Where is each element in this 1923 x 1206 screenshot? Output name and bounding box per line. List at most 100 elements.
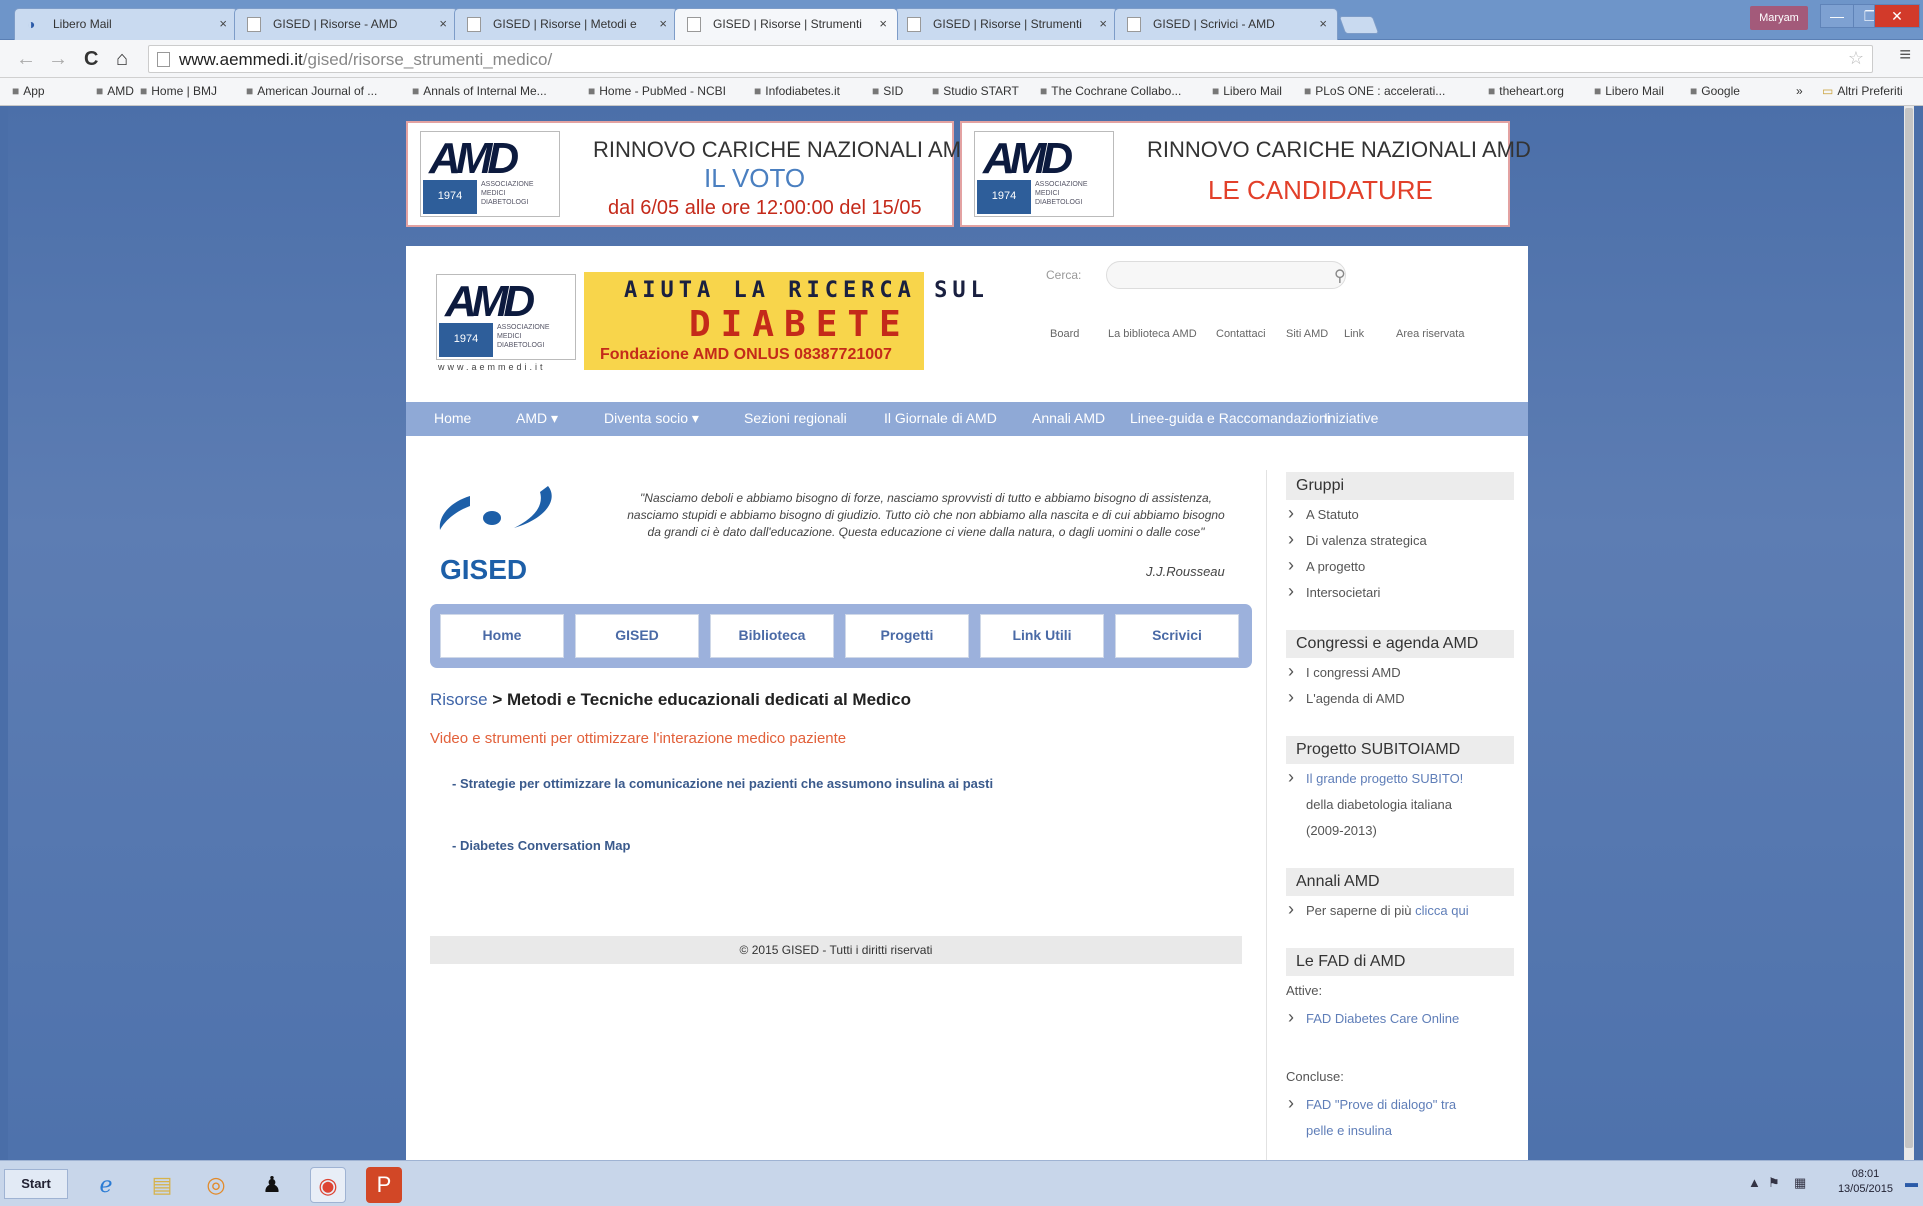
url-text: www.aemmedi.it/gised/risorse_strumenti_m…	[179, 50, 553, 69]
sidebar-item-fad-diabetes-care[interactable]: FAD Diabetes Care Online	[1286, 1004, 1459, 1032]
breadcrumb-risorse-link[interactable]: Risorse	[430, 690, 488, 709]
user-profile-badge[interactable]: Maryam	[1750, 6, 1808, 30]
minimize-icon[interactable]: —	[1820, 4, 1854, 28]
bookmark-item[interactable]: ■ Home - PubMed - NCBI	[588, 82, 726, 100]
sidebar-item-progetto[interactable]: A progetto	[1286, 552, 1365, 580]
nav-item[interactable]: Sezioni regionali	[744, 410, 847, 426]
subnav-button[interactable]: Link Utili	[980, 614, 1104, 658]
nav-item[interactable]: Home	[434, 410, 471, 426]
tab-close-icon[interactable]: ×	[1319, 9, 1327, 39]
bookmark-item[interactable]: ■ AMD	[96, 82, 134, 100]
sidebar-heading-congressi: Congressi e agenda AMD	[1286, 630, 1514, 658]
subnav-button[interactable]: Progetti	[845, 614, 969, 658]
link-diabetes-conversation-map[interactable]: - Diabetes Conversation Map	[452, 838, 630, 853]
top-link[interactable]: Contattaci	[1216, 328, 1266, 340]
sidebar-item-fad-prove-dialogo[interactable]: FAD "Prove di dialogo" tra	[1286, 1090, 1456, 1118]
scrollbar-thumb[interactable]	[1905, 108, 1913, 1148]
bookmark-item[interactable]: ■ The Cochrane Collabo...	[1040, 82, 1181, 100]
bookmark-item[interactable]: ■ theheart.org	[1488, 82, 1564, 100]
clock[interactable]: 08:01 13/05/2015	[1838, 1167, 1893, 1197]
annali-clicca-qui-link[interactable]: clicca qui	[1415, 903, 1468, 918]
top-link[interactable]: Siti AMD	[1286, 328, 1328, 340]
sidebar-subito-caption: della diabetologia italiana	[1306, 797, 1453, 812]
top-link[interactable]: Area riservata	[1396, 328, 1464, 340]
browser-menu-icon[interactable]: ≡	[1899, 44, 1911, 67]
explorer-icon[interactable]: ▤	[144, 1167, 180, 1203]
back-icon[interactable]: ←	[16, 46, 36, 72]
bookmark-item[interactable]: ■ Libero Mail	[1594, 82, 1664, 100]
page-info-icon[interactable]	[157, 52, 170, 67]
nav-item[interactable]: AMD ▾	[516, 410, 558, 427]
bookmark-item[interactable]: ■ American Journal of ...	[246, 82, 377, 100]
tab-gised-strumenti-active[interactable]: GISED | Risorse | Strumenti ×	[674, 8, 898, 40]
subnav-button[interactable]: GISED	[575, 614, 699, 658]
amd-header-logo[interactable]: AMD 1974 Associazione Medici Diabetologi	[436, 274, 576, 360]
nav-item[interactable]: Il Giornale di AMD	[884, 410, 997, 426]
outlook-icon[interactable]: ◎	[198, 1167, 234, 1203]
vertical-scrollbar[interactable]	[1904, 106, 1914, 1160]
sidebar-item-fad-prove-dialogo-cont[interactable]: pelle e insulina	[1286, 1118, 1392, 1144]
close-window-icon[interactable]: ✕	[1874, 4, 1920, 28]
ie-icon[interactable]: ℯ	[88, 1167, 124, 1203]
tab-close-icon[interactable]: ×	[439, 9, 447, 39]
banner-voto[interactable]: AMD 1974 Associazione Medici Diabetologi…	[406, 121, 977, 227]
sidebar-item-strategica[interactable]: Di valenza strategica	[1286, 526, 1427, 554]
tray-arrow-icon[interactable]: ▲	[1748, 1175, 1761, 1190]
search-input[interactable]	[1106, 261, 1346, 289]
link-strategie-comunicazione[interactable]: - Strategie per ottimizzare la comunicaz…	[452, 776, 993, 791]
reload-icon[interactable]: C	[84, 46, 98, 72]
bookmark-item[interactable]: ■ Annals of Internal Me...	[412, 82, 547, 100]
tab-libero-mail[interactable]: ◑ Libero Mail ×	[14, 8, 238, 40]
home-icon[interactable]: ⌂	[116, 46, 128, 72]
tab-gised-risorse[interactable]: GISED | Risorse - AMD ×	[234, 8, 458, 40]
tab-gised-strumenti[interactable]: GISED | Risorse | Strumenti ×	[894, 8, 1118, 40]
bookmark-item[interactable]: ■ Studio START	[932, 82, 1019, 100]
user-icon[interactable]: ♟	[254, 1167, 290, 1203]
subnav-button[interactable]: Home	[440, 614, 564, 658]
tab-close-icon[interactable]: ×	[219, 9, 227, 39]
top-link[interactable]: Board	[1050, 328, 1079, 340]
search-icon[interactable]: ⚲	[1334, 266, 1346, 286]
sidebar-item-subito[interactable]: Il grande progetto SUBITO!	[1286, 764, 1463, 792]
sidebar-item-congressi[interactable]: I congressi AMD	[1286, 658, 1401, 686]
show-desktop-icon[interactable]: ▬	[1905, 1175, 1918, 1190]
forward-icon[interactable]: →	[48, 46, 68, 72]
tray-network-icon[interactable]: ▦	[1794, 1175, 1806, 1191]
bookmark-item[interactable]: ■ App	[12, 82, 45, 100]
address-bar[interactable]: www.aemmedi.it/gised/risorse_strumenti_m…	[148, 45, 1873, 73]
tab-gised-scrivici[interactable]: GISED | Scrivici - AMD ×	[1114, 8, 1338, 40]
new-tab-button[interactable]	[1338, 16, 1380, 34]
donate-banner[interactable]: AIUTA LA RICERCA SUL DIABETE Fondazione …	[584, 272, 984, 370]
bookmarks-overflow-icon[interactable]: »	[1796, 82, 1803, 100]
sidebar-item-agenda[interactable]: L'agenda di AMD	[1286, 684, 1405, 712]
bookmark-item[interactable]: ■ Google	[1690, 82, 1740, 100]
nav-item[interactable]: Iniziative	[1324, 410, 1378, 426]
nav-item[interactable]: Diventa socio ▾	[604, 410, 699, 427]
banner-candidature[interactable]: AMD 1974 Associazione Medici Diabetologi…	[960, 121, 1531, 227]
tab-gised-metodi[interactable]: GISED | Risorse | Metodi e ×	[454, 8, 678, 40]
bookmark-item[interactable]: ■ Infodiabetes.it	[754, 82, 840, 100]
sidebar-item-intersocietari[interactable]: Intersocietari	[1286, 578, 1380, 606]
powerpoint-icon[interactable]: P	[366, 1167, 402, 1203]
nav-item[interactable]: Linee-guida e Raccomandazioni	[1130, 410, 1330, 426]
bookmark-star-icon[interactable]: ☆	[1848, 48, 1864, 69]
nav-item[interactable]: Annali AMD	[1032, 410, 1105, 426]
subnav-button[interactable]: Biblioteca	[710, 614, 834, 658]
start-button[interactable]: Start	[4, 1169, 68, 1199]
top-link[interactable]: La biblioteca AMD	[1108, 328, 1197, 340]
other-bookmarks-folder[interactable]: ▭ Altri Preferiti	[1822, 82, 1903, 100]
tab-close-icon[interactable]: ×	[659, 9, 667, 39]
tab-close-icon[interactable]: ×	[879, 9, 887, 39]
tray-flag-icon[interactable]: ⚑	[1768, 1175, 1780, 1191]
sidebar-item-statuto[interactable]: A Statuto	[1286, 500, 1359, 528]
bookmark-item[interactable]: ■ Home | BMJ	[140, 82, 217, 100]
bookmark-item[interactable]: ■ PLoS ONE : accelerati...	[1304, 82, 1445, 100]
subnav-button[interactable]: Scrivici	[1115, 614, 1239, 658]
sidebar-subito-years: (2009-2013)	[1306, 823, 1377, 838]
chrome-icon[interactable]: ◉	[310, 1167, 346, 1203]
top-link[interactable]: Link	[1344, 328, 1364, 340]
bookmark-item[interactable]: ■ SID	[872, 82, 903, 100]
site-url-caption: www.aemmedi.it	[438, 362, 546, 372]
bookmark-item[interactable]: ■ Libero Mail	[1212, 82, 1282, 100]
tab-close-icon[interactable]: ×	[1099, 9, 1107, 39]
